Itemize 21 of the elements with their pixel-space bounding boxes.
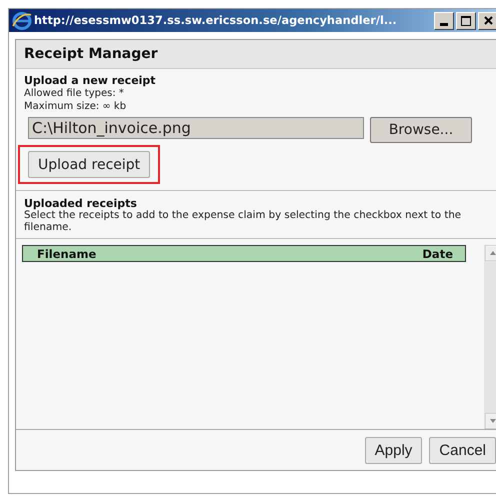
section-heading: Upload a new receipt [24, 74, 157, 87]
browser-logo-icon [12, 12, 32, 30]
column-header: Filename [37, 246, 96, 260]
dialog-button[interactable]: Cancel [429, 436, 496, 464]
column-header: Date [422, 246, 453, 260]
minimize-icon [440, 22, 448, 26]
minimize-button[interactable] [434, 12, 454, 30]
file-path-field[interactable]: C:\Hilton_invoice.png [28, 117, 364, 139]
max-size-text: Maximum size: ∞ kb [24, 100, 128, 113]
browse-button[interactable]: Browse... [370, 117, 472, 143]
maximize-button[interactable] [456, 12, 476, 30]
close-button[interactable] [478, 12, 496, 30]
dialog-button[interactable]: Apply [364, 436, 422, 464]
instructions-text: Select the receipts to add to the expense claim by selecting the checkbox next to the filename. [24, 210, 462, 234]
upload-receipt-button[interactable]: Upload receipt [28, 151, 150, 178]
maximize-icon [461, 16, 471, 26]
dialog-title: Receipt Manager [24, 46, 158, 62]
window-title: http://esessmw0137.ss.sw.ericsson.se/agencyhandler/l... [34, 14, 397, 27]
allowed-types-text: Allowed file types: * [24, 87, 125, 100]
section-heading: Uploaded receipts [24, 197, 138, 210]
close-icon [484, 16, 492, 25]
